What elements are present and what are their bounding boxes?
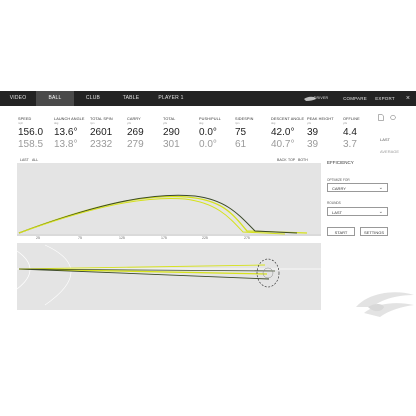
stat-launch-angle: LAUNCH ANGLE deg 13.6° 13.8° [54, 117, 85, 150]
x-tick: 175 [161, 236, 167, 240]
stat-average-value: 158.5 [18, 139, 44, 150]
stat-label: LAUNCH ANGLE [54, 117, 85, 121]
stat-label: DESCENT ANGLE [271, 117, 305, 121]
stat-total-spin: TOTAL SPIN rpm 2601 2332 [90, 117, 113, 150]
stat-descent-angle: DESCENT ANGLE deg 42.0° 40.7° [271, 117, 304, 150]
stat-last-value: 39 [307, 127, 319, 138]
chevron-down-icon: ⌄ [378, 209, 383, 215]
tab-player[interactable]: PLAYER 1 [150, 91, 192, 106]
row-label-last: LAST [380, 137, 391, 142]
stat-last-value: 75 [235, 127, 247, 138]
stat-label: TOTAL SPIN [90, 117, 113, 121]
tab-video[interactable]: VIDEO [0, 91, 36, 106]
stat-last-value: 13.6° [54, 127, 78, 138]
driver-label[interactable]: DRIVER [312, 91, 330, 106]
stat-label: TOTAL [163, 117, 176, 121]
stat-last-value: 4.4 [343, 127, 357, 138]
stat-unit: yds [343, 122, 348, 125]
x-tick: 75 [78, 236, 82, 240]
stat-last-value: 156.0 [18, 127, 44, 138]
dispersion-ellipse [256, 258, 280, 288]
stat-unit: deg [271, 122, 276, 125]
side-view-trajectory-chart [17, 163, 321, 236]
efficiency-title: EFFICIENCY [327, 160, 354, 165]
brand-logo-icon [356, 292, 414, 317]
stat-average-value: 61 [235, 139, 247, 150]
rounds-value: LAST [332, 210, 343, 215]
stat-sidespin: SIDESPIN rpm 75 61 [235, 117, 254, 150]
stat-label: PUSH/PULL [199, 117, 222, 121]
chevron-down-icon: ⌄ [378, 185, 383, 191]
stat-average-value: 3.7 [343, 139, 357, 150]
rounds-label: ROUNDS [327, 201, 341, 205]
stat-last-value: 42.0° [271, 127, 295, 138]
tab-club[interactable]: CLUB [74, 91, 112, 106]
compare-button[interactable]: COMPARE [340, 91, 370, 106]
optimize-for-select[interactable]: CARRY ⌄ [327, 183, 388, 192]
stat-last-value: 0.0° [199, 127, 217, 138]
toggle-all[interactable]: ALL [32, 158, 38, 162]
stat-push-pull: PUSH/PULL deg 0.0° 0.0° [199, 117, 221, 150]
stat-average-value: 13.8° [54, 139, 78, 150]
optimize-for-label: OPTIMIZE FOR [327, 178, 350, 182]
x-tick: 25 [36, 236, 40, 240]
stat-last-value: 2601 [90, 127, 113, 138]
stat-unit: deg [199, 122, 204, 125]
stat-average-value: 279 [127, 139, 144, 150]
view-both[interactable]: BOTH [298, 158, 308, 162]
export-button[interactable]: EXPORT [372, 91, 398, 106]
start-button[interactable]: START [327, 227, 355, 236]
stat-label: PEAK HEIGHT [307, 117, 334, 121]
close-icon[interactable]: × [406, 91, 410, 106]
document-icon[interactable] [378, 114, 384, 121]
stat-last-value: 269 [127, 127, 144, 138]
stat-speed: SPEED mph 156.0 158.5 [18, 117, 43, 150]
x-tick: 125 [119, 236, 125, 240]
x-tick: 225 [202, 236, 208, 240]
stat-unit: mph [18, 122, 24, 125]
stat-total: TOTAL yds 290 301 [163, 117, 180, 150]
toggle-last[interactable]: LAST [20, 158, 29, 162]
top-nav-bar: VIDEO BALL CLUB TABLE PLAYER 1 DRIVER CO… [0, 91, 416, 106]
stat-label: SIDESPIN [235, 117, 254, 121]
tab-ball[interactable]: BALL [36, 91, 74, 106]
stat-average-value: 40.7° [271, 139, 295, 150]
optimize-for-value: CARRY [332, 186, 346, 191]
stat-label: OFFLINE [343, 117, 360, 121]
stat-label: CARRY [127, 117, 141, 121]
stat-unit: yds [307, 122, 312, 125]
tab-table[interactable]: TABLE [112, 91, 150, 106]
stat-average-value: 2332 [90, 139, 113, 150]
stat-average-value: 0.0° [199, 139, 217, 150]
stat-label: SPEED [18, 117, 32, 121]
stat-unit: deg [54, 122, 59, 125]
top-path-yellow-2 [18, 264, 266, 270]
stat-last-value: 290 [163, 127, 180, 138]
rounds-select[interactable]: LAST ⌄ [327, 207, 388, 216]
top-view-dispersion-chart [17, 243, 321, 310]
stat-unit: rpm [235, 122, 240, 125]
settings-button[interactable]: SETTINGS [360, 227, 388, 236]
row-label-average: AVERAGE [380, 149, 400, 154]
view-top[interactable]: TOP [288, 158, 295, 162]
trajectory-average-yellow [18, 195, 308, 234]
share-icon[interactable] [390, 114, 396, 121]
stat-peak-height: PEAK HEIGHT yds 39 39 [307, 117, 334, 150]
stat-unit: rpm [90, 122, 95, 125]
x-tick: 275 [244, 236, 250, 240]
view-back[interactable]: BACK [277, 158, 287, 162]
stat-unit: yds [127, 122, 132, 125]
stat-unit: yds [163, 122, 168, 125]
stat-offline: OFFLINE yds 4.4 3.7 [343, 117, 360, 150]
stat-carry: CARRY yds 269 279 [127, 117, 144, 150]
stat-average-value: 301 [163, 139, 180, 150]
stat-average-value: 39 [307, 139, 319, 150]
trajectory-last-dark [18, 194, 298, 234]
